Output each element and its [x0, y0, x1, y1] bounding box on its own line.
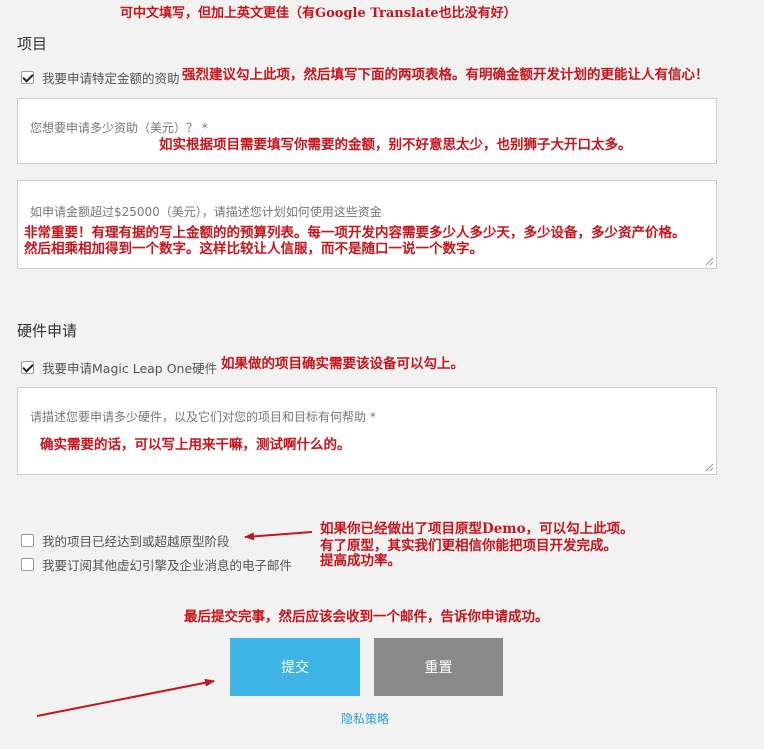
arrow-to-submit	[36, 678, 215, 717]
arrow-to-prototype	[244, 531, 313, 541]
annotation-arrows	[36, 531, 313, 717]
